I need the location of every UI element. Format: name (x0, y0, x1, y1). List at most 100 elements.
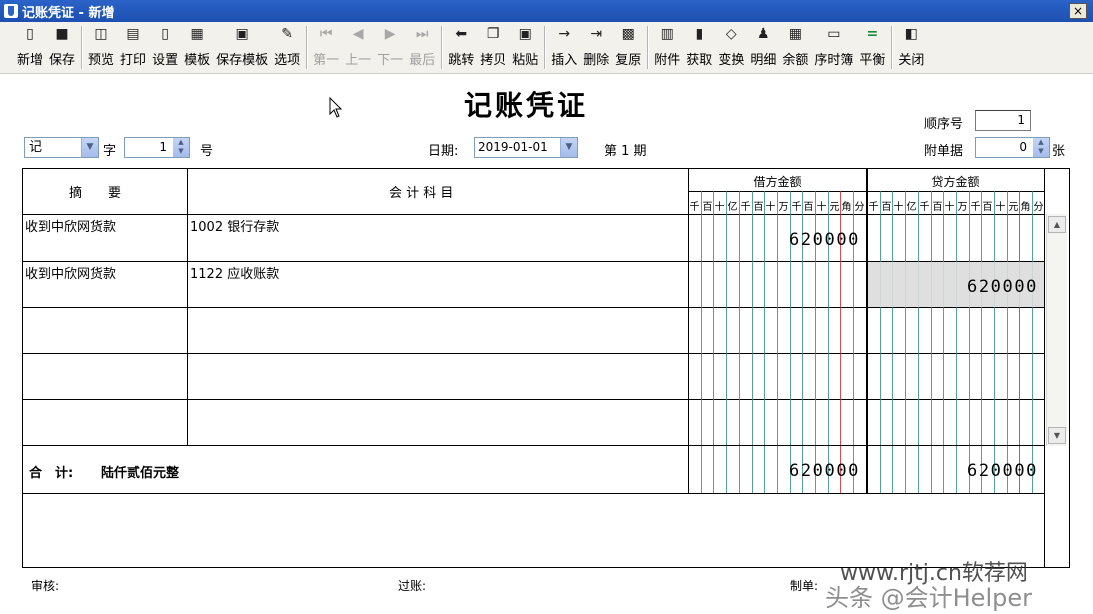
digit-header: 十 (765, 202, 776, 213)
toolbar-button-print[interactable]: ▤ 打印 (117, 22, 149, 73)
toolbar-button-label: 删除 (583, 53, 610, 68)
digit-header: 分 (1033, 202, 1044, 213)
column-divider (1044, 169, 1045, 567)
toolbar-button-settings[interactable]: ▯ 设置 (149, 22, 181, 73)
attachments-stepper[interactable]: 0 ▲ ▼ (975, 137, 1050, 158)
scroll-up-icon[interactable]: ▲ (1048, 216, 1066, 233)
digit-gridline (713, 446, 714, 493)
voucher-word-value: 记 (29, 140, 43, 155)
toolbar-button-label: 获取 (686, 53, 713, 68)
toolbar-button-delete[interactable]: ⇥ 删除 (580, 22, 612, 73)
watermark-author: 头条 @会计Helper (825, 584, 1032, 612)
digit-gridline (994, 191, 995, 445)
print-icon: ▤ (126, 26, 140, 42)
toolbar-button-save[interactable]: ■ 保存 (46, 22, 78, 73)
digit-gridline (892, 446, 893, 493)
cell-summary[interactable]: 收到中欣网货款 (25, 216, 116, 235)
toolbar-button-close-door[interactable]: ◧ 关闭 (895, 22, 927, 73)
preview-icon: ◫ (94, 26, 108, 42)
toolbar-separator (544, 26, 546, 69)
toolbar-button-paste[interactable]: ▣ 粘贴 (509, 22, 541, 73)
toolbar-button-last[interactable]: ⏭ 最后 (406, 22, 438, 73)
toolbar-button-balance[interactable]: ▦ 余额 (779, 22, 811, 73)
toolbar-button-insert[interactable]: → 插入 (548, 22, 580, 73)
column-header-debit: 借方金额 (753, 175, 802, 189)
toolbar-button-first[interactable]: ⏮ 第一 (310, 22, 342, 73)
toolbar-button-label: 第一 (313, 53, 340, 68)
digit-header: 分 (854, 202, 865, 213)
total-divider (23, 493, 1045, 494)
digit-gridline (931, 446, 932, 493)
digit-gridline (956, 191, 957, 445)
toolbar-button-detail[interactable]: ♟ 明细 (747, 22, 779, 73)
cell-account[interactable]: 1002 银行存款 (190, 216, 279, 235)
delete-icon: ⇥ (590, 26, 603, 42)
toolbar-button-restore[interactable]: ▩ 复原 (612, 22, 644, 73)
toolbar-button-equal[interactable]: = 平衡 (856, 22, 888, 73)
cell-debit-amount[interactable]: 620000 (789, 230, 860, 250)
digit-gridline (943, 446, 944, 493)
toolbar-button-label: 新增 (17, 53, 44, 68)
toolbar-button-save-template[interactable]: ▣ 保存模板 (213, 22, 271, 73)
spinner-arrows-icon[interactable]: ▲ ▼ (173, 138, 189, 157)
copy-icon: ❐ (486, 26, 500, 42)
toolbar-button-label: 平衡 (859, 53, 886, 68)
toolbar-button-attachment[interactable]: ▥ 附件 (651, 22, 683, 73)
voucher-number-stepper[interactable]: 1 ▲ ▼ (124, 137, 190, 158)
cell-account[interactable]: 1122 应收账款 (190, 263, 279, 282)
toolbar-button-journal[interactable]: ▭ 序时簿 (811, 22, 856, 73)
digit-header: 千 (740, 202, 751, 213)
fetch-icon: ▮ (695, 26, 704, 42)
toolbar-button-label: 变换 (718, 53, 745, 68)
toolbar-button-transform[interactable]: ◇ 变换 (715, 22, 747, 73)
toolbar-button-template[interactable]: ▦ 模板 (181, 22, 213, 73)
chevron-down-icon[interactable]: ▼ (81, 138, 98, 157)
digit-header: 万 (778, 202, 789, 213)
toolbar-button-label: 设置 (152, 53, 179, 68)
seq-number-field[interactable]: 1 (975, 110, 1031, 131)
chevron-down-icon[interactable]: ▼ (560, 138, 577, 157)
first-icon: ⏮ (319, 26, 333, 42)
toolbar-button-next[interactable]: ▶ 下一 (374, 22, 406, 73)
digit-gridline (905, 191, 906, 445)
digit-gridline (777, 446, 778, 493)
cell-credit-amount[interactable]: 620000 (967, 277, 1038, 297)
digit-header: 百 (803, 202, 814, 213)
date-value: 2019-01-01 (478, 140, 548, 154)
column-divider (688, 169, 689, 493)
toolbar-button-prev[interactable]: ◀ 上一 (342, 22, 374, 73)
toolbar-button-label: 预览 (88, 53, 115, 68)
digit-gridline (764, 191, 765, 445)
toolbar-separator (647, 26, 649, 69)
toolbar-button-label: 粘贴 (512, 53, 539, 68)
toolbar-button-options[interactable]: ✎ 选项 (271, 22, 303, 73)
toolbar-button-copy[interactable]: ❐ 拷贝 (477, 22, 509, 73)
date-picker[interactable]: 2019-01-01 ▼ (474, 137, 578, 158)
toolbar-button-label: 复原 (615, 53, 642, 68)
save-template-icon: ▣ (235, 26, 249, 42)
scroll-down-icon[interactable]: ▼ (1048, 427, 1066, 444)
total-in-words: 陆仟贰佰元整 (101, 466, 180, 481)
toolbar-button-fetch[interactable]: ▮ 获取 (683, 22, 715, 73)
toolbar-button-label: 保存 (49, 53, 76, 68)
digit-gridline (764, 446, 765, 493)
voucher-word-select[interactable]: 记 ▼ (24, 137, 99, 158)
debit-credit-divider (866, 169, 868, 493)
toolbar-button-label: 选项 (274, 53, 301, 68)
digit-header: 十 (995, 202, 1006, 213)
column-header-summary: 摘 要 (69, 186, 122, 201)
toolbar-button-jump[interactable]: ⬅ 跳转 (445, 22, 477, 73)
word-suffix-label: 字 (103, 144, 117, 159)
window-close-button[interactable]: × (1069, 3, 1087, 19)
window-title: 记账凭证 - 新增 (22, 5, 115, 21)
digit-header: 百 (881, 202, 892, 213)
grid-scrollbar[interactable]: ▲ ▼ (1046, 214, 1067, 446)
toolbar-button-new-doc[interactable]: ▯ 新增 (14, 22, 46, 73)
toolbar-button-preview[interactable]: ◫ 预览 (85, 22, 117, 73)
voucher-title: 记账凭证 (464, 89, 589, 122)
digit-gridline (880, 191, 881, 445)
toolbar-button-label: 模板 (184, 53, 211, 68)
cell-summary[interactable]: 收到中欣网货款 (25, 263, 116, 282)
spinner-arrows-icon[interactable]: ▲ ▼ (1033, 138, 1049, 157)
digit-gridline (752, 191, 753, 445)
